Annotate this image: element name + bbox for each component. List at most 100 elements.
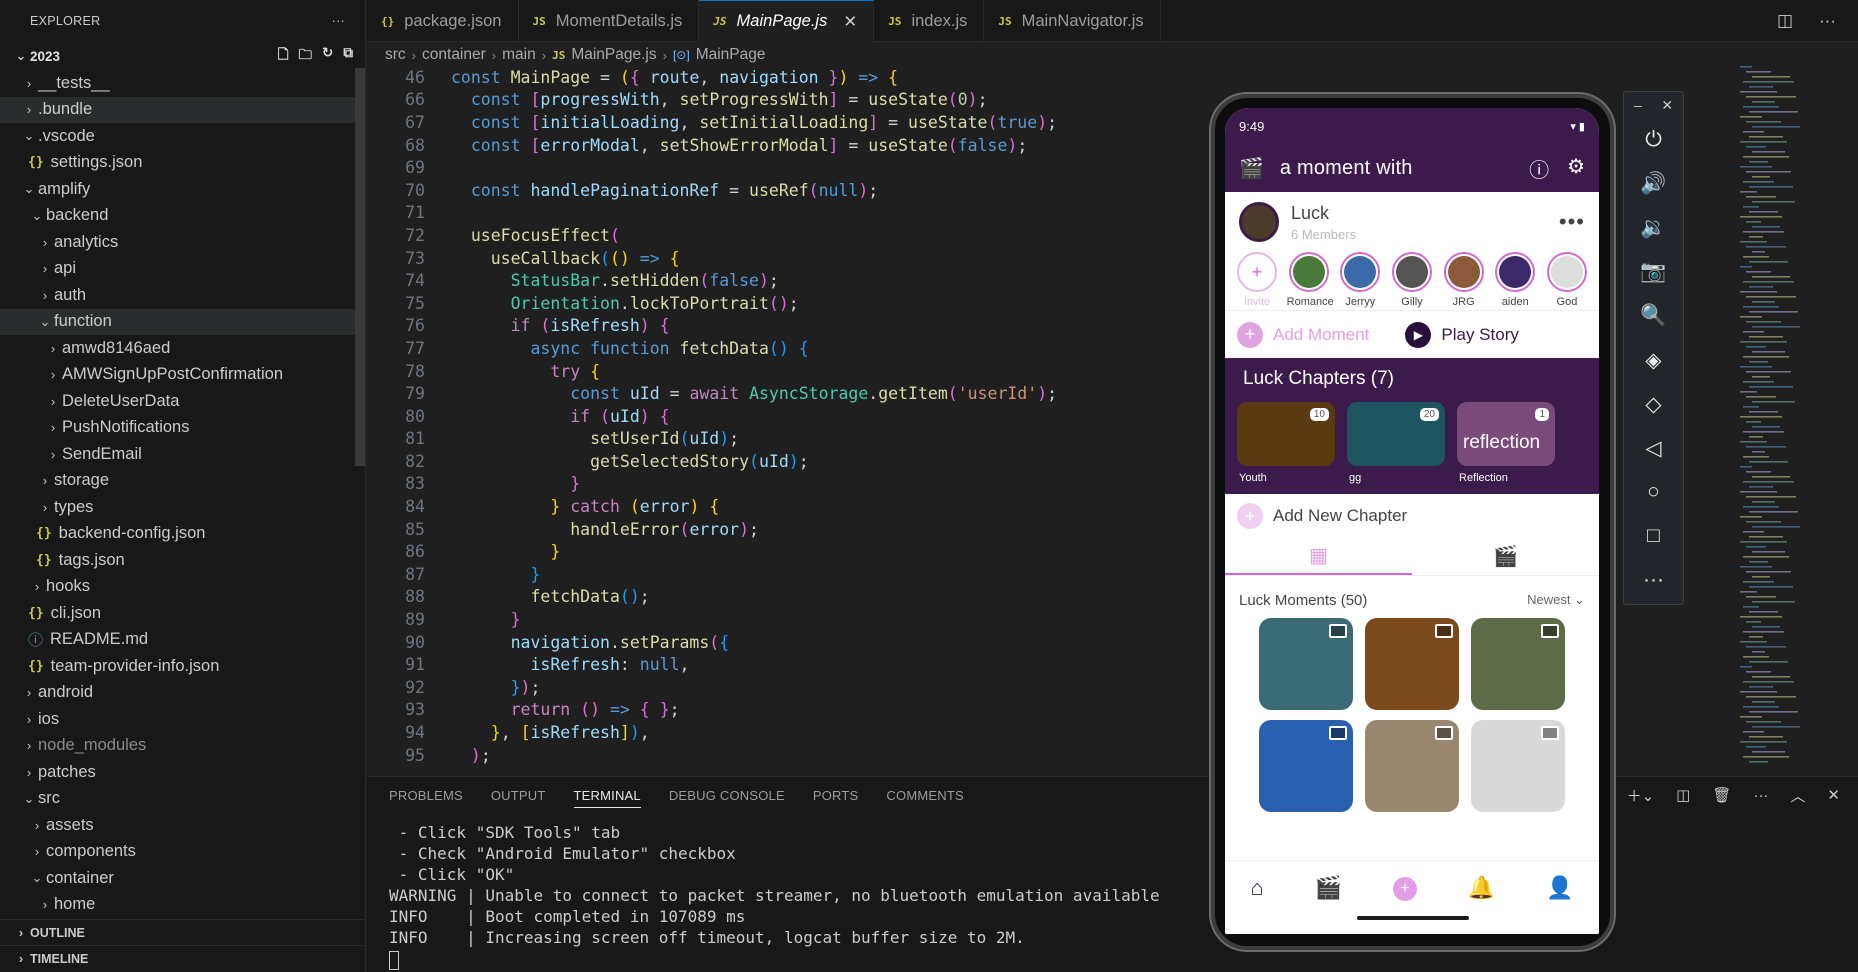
collapse-all-icon[interactable]: ⧉ xyxy=(343,45,353,68)
tree-item[interactable]: › ios xyxy=(0,706,365,733)
tree-item[interactable]: {} team-provider-info.json xyxy=(0,653,365,680)
invite-member-button[interactable]: + Invite xyxy=(1235,252,1279,310)
power-icon[interactable]: ⏻ xyxy=(1624,118,1683,162)
tree-item[interactable]: › hooks xyxy=(0,574,365,601)
member-avatar[interactable]: Romance xyxy=(1287,252,1334,310)
home-icon[interactable]: ○ xyxy=(1624,470,1683,514)
split-terminal-icon[interactable]: ◫ xyxy=(1676,786,1690,804)
clapperboard-icon[interactable]: 🎬 xyxy=(1239,156,1264,181)
clapperboard-icon[interactable]: 🎬 xyxy=(1315,875,1342,901)
group-avatar[interactable] xyxy=(1239,202,1279,242)
info-icon[interactable]: ⓘ xyxy=(1529,154,1549,183)
more-actions-icon[interactable]: ··· xyxy=(1753,787,1768,804)
breadcrumb-main[interactable]: main xyxy=(502,46,536,64)
tree-item[interactable]: › AMWSignUpPostConfirmation xyxy=(0,362,365,389)
breadcrumb-file[interactable]: MainPage.js xyxy=(571,46,656,64)
editor-tab[interactable]: JS index.js xyxy=(874,0,985,42)
tree-item[interactable]: › auth xyxy=(0,282,365,309)
tree-item[interactable]: ⌄ backend xyxy=(0,203,365,230)
close-icon[interactable]: ✕ xyxy=(1661,97,1673,114)
workspace-root[interactable]: ⌄ 2023 🗋 🗀 ↻ ⧉ xyxy=(0,42,365,70)
breadcrumb-symbol[interactable]: MainPage xyxy=(696,46,766,64)
tree-item[interactable]: › SendEmail xyxy=(0,441,365,468)
moment-tile[interactable] xyxy=(1365,720,1459,812)
chapter-card[interactable]: 10 Youth xyxy=(1237,402,1335,484)
tree-item[interactable]: ⌄ amplify xyxy=(0,176,365,203)
editor-tab[interactable]: {} package.json xyxy=(367,0,519,42)
more-actions-icon[interactable]: ··· xyxy=(1819,11,1836,31)
zoom-icon[interactable]: 🔍 xyxy=(1624,294,1683,338)
profile-icon[interactable]: 👤 xyxy=(1546,875,1573,901)
home-icon[interactable]: ⌂ xyxy=(1250,875,1263,901)
panel-tab[interactable]: COMMENTS xyxy=(886,788,963,803)
breadcrumb-container[interactable]: container xyxy=(422,46,486,64)
tree-item[interactable]: {} tags.json xyxy=(0,547,365,574)
tree-item[interactable]: › components xyxy=(0,839,365,866)
minimize-icon[interactable]: – xyxy=(1634,97,1642,113)
add-moment-button[interactable]: Add Moment xyxy=(1273,325,1369,345)
overview-icon[interactable]: □ xyxy=(1624,514,1683,558)
tree-item[interactable]: › storage xyxy=(0,468,365,495)
plus-icon[interactable]: + xyxy=(1237,503,1263,529)
tree-item[interactable]: › android xyxy=(0,680,365,707)
volume-up-icon[interactable]: 🔊 xyxy=(1624,162,1683,206)
tree-item[interactable]: › PushNotifications xyxy=(0,415,365,442)
play-icon[interactable]: ▶ xyxy=(1405,321,1432,348)
tree-item[interactable]: ⌄ container xyxy=(0,865,365,892)
sort-dropdown[interactable]: Newest ⌄ xyxy=(1527,592,1585,608)
chapter-card[interactable]: 1 reflection Reflection xyxy=(1457,402,1555,484)
rotate-right-icon[interactable]: ◇ xyxy=(1624,382,1683,426)
tree-item[interactable]: {} settings.json xyxy=(0,150,365,177)
chevron-up-icon[interactable]: ︿ xyxy=(1790,785,1805,806)
trash-icon[interactable]: 🗑 xyxy=(1712,786,1731,804)
grid-view-icon[interactable]: ▦ xyxy=(1225,538,1412,575)
more-icon[interactable]: ··· xyxy=(1624,558,1683,602)
add-terminal-icon[interactable]: ＋⌄ xyxy=(1627,785,1655,806)
tree-item[interactable]: › home xyxy=(0,892,365,919)
gear-icon[interactable]: ⚙ xyxy=(1567,154,1585,183)
tree-item[interactable]: › DeleteUserData xyxy=(0,388,365,415)
camera-icon[interactable]: 📷 xyxy=(1624,250,1683,294)
tree-item[interactable]: ⌄ src xyxy=(0,786,365,813)
editor-tab[interactable]: JS MainNavigator.js xyxy=(984,0,1161,42)
close-icon[interactable]: ✕ xyxy=(1827,786,1840,804)
outline-section[interactable]: › OUTLINE xyxy=(0,919,366,945)
moment-tile[interactable] xyxy=(1471,720,1565,812)
panel-tab[interactable]: PORTS xyxy=(813,788,859,803)
back-icon[interactable]: ◁ xyxy=(1624,426,1683,470)
more-icon[interactable]: ••• xyxy=(1559,209,1585,235)
tree-item[interactable]: › analytics xyxy=(0,229,365,256)
member-avatar[interactable]: JRG xyxy=(1442,252,1486,310)
split-editor-icon[interactable]: ◫ xyxy=(1777,11,1793,31)
editor-tab[interactable]: JS MainPage.js ✕ xyxy=(699,0,875,42)
moment-tile[interactable] xyxy=(1259,618,1353,710)
tree-item[interactable]: › node_modules xyxy=(0,733,365,760)
tree-item[interactable]: › patches xyxy=(0,759,365,786)
tree-item[interactable]: ⓘ README.md xyxy=(0,627,365,654)
clapperboard-icon[interactable]: 🎬 xyxy=(1412,538,1599,575)
add-chapter-row[interactable]: + Add New Chapter xyxy=(1225,494,1599,538)
more-actions-icon[interactable]: ··· xyxy=(332,14,345,28)
play-story-button[interactable]: Play Story xyxy=(1441,325,1518,345)
moment-tile[interactable] xyxy=(1471,618,1565,710)
tree-item[interactable]: {} backend-config.json xyxy=(0,521,365,548)
tree-item[interactable]: {} cli.json xyxy=(0,600,365,627)
refresh-icon[interactable]: ↻ xyxy=(322,45,333,68)
tree-item[interactable]: › assets xyxy=(0,812,365,839)
minimap[interactable] xyxy=(1740,66,1810,766)
member-avatar[interactable]: Gilly xyxy=(1390,252,1434,310)
bell-icon[interactable]: 🔔 xyxy=(1468,875,1495,901)
new-file-icon[interactable]: 🗋 xyxy=(278,45,289,68)
panel-tab[interactable]: DEBUG CONSOLE xyxy=(669,788,785,803)
breadcrumb-src[interactable]: src xyxy=(385,46,406,64)
tree-item[interactable]: › amwd8146aed xyxy=(0,335,365,362)
chapter-card[interactable]: 20 gg xyxy=(1347,402,1445,484)
phone-screen[interactable]: 9:49 ▾ ▮ 🎬 a moment with ⓘ ⚙ Luck 6 Memb… xyxy=(1225,108,1599,934)
tree-item[interactable]: ⌄ function xyxy=(0,308,365,335)
moment-tile[interactable] xyxy=(1259,720,1353,812)
member-avatar[interactable]: Jerryy xyxy=(1338,252,1382,310)
close-icon[interactable]: ✕ xyxy=(843,12,857,32)
moment-tile[interactable] xyxy=(1365,618,1459,710)
tree-item[interactable]: › .bundle xyxy=(0,96,365,123)
editor-tab[interactable]: JS MomentDetails.js xyxy=(519,0,700,42)
